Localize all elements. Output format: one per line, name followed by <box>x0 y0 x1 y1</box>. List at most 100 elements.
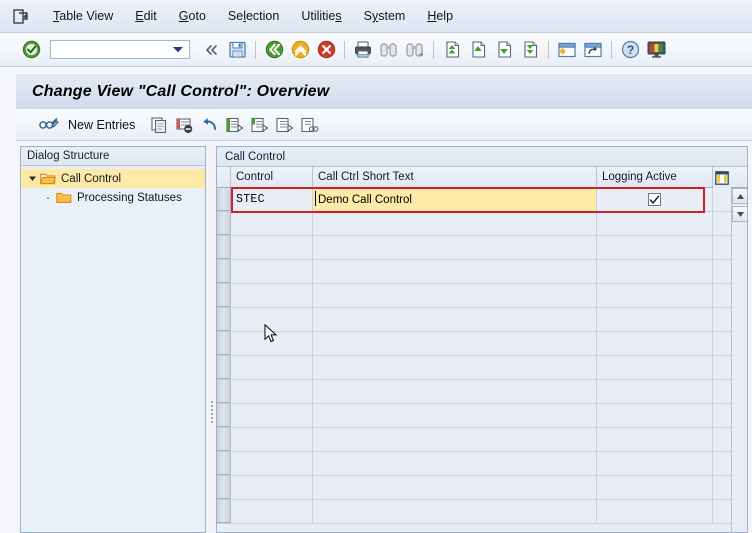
row-selector[interactable] <box>217 452 231 475</box>
cell-logging-active[interactable] <box>597 284 713 307</box>
row-selector[interactable] <box>217 428 231 451</box>
create-shortcut-icon[interactable] <box>580 37 606 63</box>
row-selector[interactable] <box>217 380 231 403</box>
table-row[interactable] <box>217 260 731 284</box>
cancel-icon[interactable] <box>313 37 339 63</box>
cell-control[interactable] <box>231 476 313 499</box>
cell-control[interactable] <box>231 356 313 379</box>
collapse-toolbar-icon[interactable] <box>198 37 224 63</box>
cell-logging-active[interactable] <box>597 404 713 427</box>
row-selector[interactable] <box>217 308 231 331</box>
row-selector[interactable] <box>217 356 231 379</box>
cell-short-text[interactable] <box>313 356 597 379</box>
column-header-short-text[interactable]: Call Ctrl Short Text <box>313 167 597 187</box>
command-field-wrapper[interactable] <box>50 40 190 59</box>
triangle-down-icon[interactable] <box>25 172 39 186</box>
table-row[interactable] <box>217 236 731 260</box>
logging-active-checkbox[interactable] <box>648 193 661 206</box>
cell-control[interactable] <box>231 380 313 403</box>
cell-short-text[interactable] <box>313 452 597 475</box>
menu-item-edit[interactable]: Edit <box>124 7 168 25</box>
grid-select-all-corner[interactable] <box>217 167 231 187</box>
cell-control[interactable] <box>231 308 313 331</box>
cell-control[interactable] <box>231 284 313 307</box>
select-all-icon[interactable] <box>222 113 247 137</box>
copy-as-icon[interactable] <box>147 113 172 137</box>
next-page-icon[interactable] <box>491 37 517 63</box>
menu-item-system[interactable]: System <box>353 7 417 25</box>
table-row[interactable] <box>217 308 731 332</box>
system-exit-icon[interactable] <box>10 6 32 26</box>
cell-logging-active[interactable] <box>597 260 713 283</box>
customize-local-layout-icon[interactable] <box>643 37 669 63</box>
row-selector[interactable] <box>217 476 231 499</box>
table-row[interactable] <box>217 476 731 500</box>
cell-control[interactable] <box>231 452 313 475</box>
cell-control[interactable] <box>231 428 313 451</box>
enter-icon[interactable] <box>18 37 44 63</box>
row-selector[interactable] <box>217 284 231 307</box>
table-row[interactable] <box>217 212 731 236</box>
display-details-icon[interactable] <box>297 113 322 137</box>
command-input[interactable] <box>51 42 169 57</box>
scroll-down-button[interactable] <box>732 206 747 222</box>
column-header-control[interactable]: Control <box>231 167 313 187</box>
row-selector[interactable] <box>217 332 231 355</box>
table-row[interactable] <box>217 428 731 452</box>
row-selector[interactable] <box>217 188 231 211</box>
cell-logging-active[interactable] <box>597 452 713 475</box>
menu-item-table-view[interactable]: Table View <box>42 7 124 25</box>
cell-short-text[interactable] <box>313 380 597 403</box>
create-session-icon[interactable] <box>554 37 580 63</box>
cell-short-text[interactable] <box>313 212 597 235</box>
find-icon[interactable] <box>376 37 402 63</box>
cell-logging-active[interactable] <box>597 308 713 331</box>
print-icon[interactable] <box>350 37 376 63</box>
deselect-all-icon[interactable] <box>272 113 297 137</box>
table-row[interactable] <box>217 284 731 308</box>
help-icon[interactable]: ? <box>617 37 643 63</box>
row-selector[interactable] <box>217 500 231 523</box>
exit-icon[interactable] <box>287 37 313 63</box>
cell-logging-active[interactable] <box>597 356 713 379</box>
cell-short-text[interactable] <box>313 284 597 307</box>
cell-short-text[interactable] <box>313 308 597 331</box>
cell-control[interactable] <box>231 404 313 427</box>
table-row[interactable] <box>217 404 731 428</box>
cell-short-text[interactable] <box>313 236 597 259</box>
menu-item-selection[interactable]: Selection <box>217 7 290 25</box>
cell-logging-active[interactable] <box>597 476 713 499</box>
cell-control[interactable] <box>231 212 313 235</box>
table-row[interactable] <box>217 380 731 404</box>
panel-splitter[interactable] <box>208 146 216 533</box>
cell-short-text[interactable] <box>313 476 597 499</box>
cell-logging-active[interactable] <box>597 332 713 355</box>
scroll-up-button[interactable] <box>732 188 747 204</box>
cell-logging-active[interactable] <box>597 188 713 211</box>
cell-short-text[interactable] <box>313 332 597 355</box>
menu-item-goto[interactable]: Goto <box>168 7 217 25</box>
row-selector[interactable] <box>217 404 231 427</box>
cell-control[interactable] <box>231 332 313 355</box>
cell-control[interactable]: STEC <box>231 188 313 211</box>
table-settings-icon[interactable] <box>713 167 731 188</box>
menu-item-help[interactable]: Help <box>416 7 464 25</box>
first-page-icon[interactable] <box>439 37 465 63</box>
grid-vertical-scrollbar[interactable] <box>731 188 747 532</box>
tree-item-call-control[interactable]: Call Control <box>21 169 205 188</box>
command-dropdown-icon[interactable] <box>169 41 187 58</box>
row-selector[interactable] <box>217 260 231 283</box>
cell-control[interactable] <box>231 500 313 523</box>
row-selector[interactable] <box>217 236 231 259</box>
table-row[interactable] <box>217 332 731 356</box>
cell-logging-active[interactable] <box>597 428 713 451</box>
tree-item-processing-statuses[interactable]: · Processing Statuses <box>21 188 205 207</box>
new-entries-button[interactable]: New Entries <box>34 111 141 139</box>
cell-short-text[interactable]: Demo Call Control <box>313 188 597 211</box>
column-header-logging-active[interactable]: Logging Active <box>597 167 713 187</box>
cell-short-text[interactable] <box>313 260 597 283</box>
cell-short-text[interactable] <box>313 404 597 427</box>
cell-logging-active[interactable] <box>597 380 713 403</box>
table-row[interactable]: STEC Demo Call Control <box>217 188 731 212</box>
cell-logging-active[interactable] <box>597 236 713 259</box>
